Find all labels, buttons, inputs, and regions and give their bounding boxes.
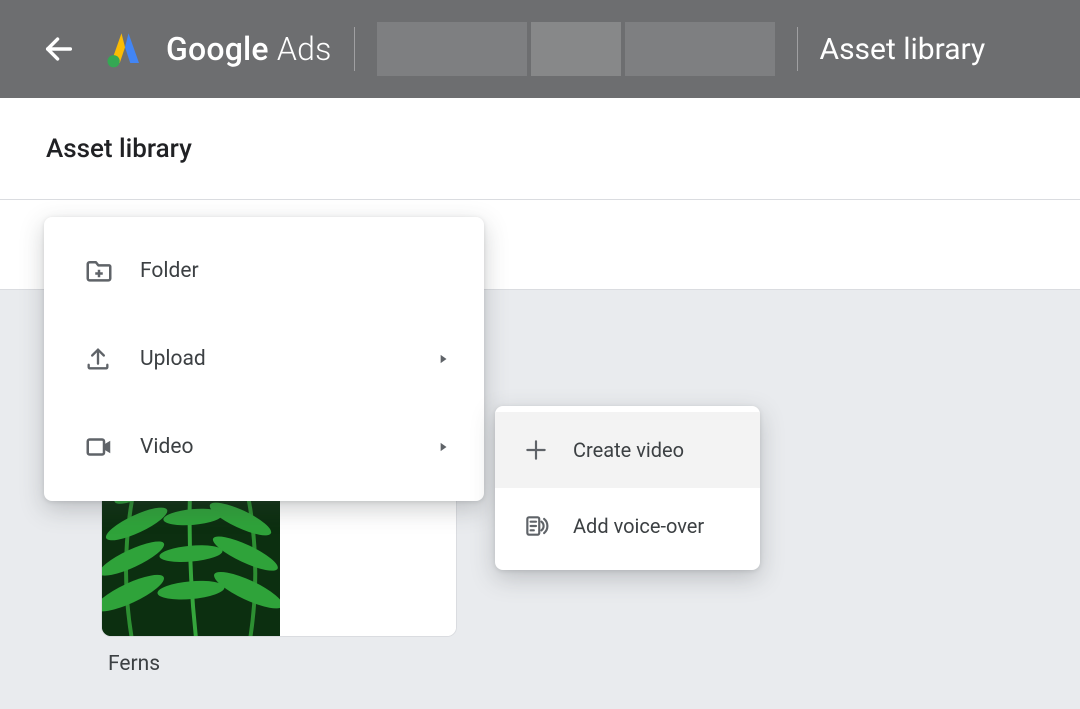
plus-icon	[523, 437, 549, 463]
divider	[354, 27, 355, 71]
brand-ads: Ads	[277, 30, 332, 68]
video-icon	[84, 432, 122, 462]
page-title: Asset library	[46, 134, 192, 164]
menu-label: Video	[140, 435, 436, 459]
menu-item-folder[interactable]: Folder	[44, 227, 484, 315]
google-ads-logo	[104, 28, 146, 70]
submenu-item-create-video[interactable]: Create video	[495, 412, 760, 488]
topbar-title: Asset library	[820, 32, 986, 67]
back-button[interactable]	[42, 32, 76, 66]
folder-add-icon	[84, 256, 122, 286]
chevron-right-icon	[436, 440, 450, 454]
menu-label: Upload	[140, 347, 436, 371]
arrow-left-icon	[42, 32, 76, 66]
divider	[797, 27, 798, 71]
chevron-right-icon	[436, 352, 450, 366]
topbar: Google Ads Asset library	[0, 0, 1080, 98]
menu-item-video[interactable]: Video	[44, 403, 484, 491]
page-header: Asset library	[0, 98, 1080, 200]
asset-title: Ferns	[108, 652, 160, 676]
ads-logo-icon	[104, 28, 146, 70]
brand-google: Google	[166, 30, 269, 68]
upload-icon	[84, 345, 122, 373]
menu-item-upload[interactable]: Upload	[44, 315, 484, 403]
voiceover-icon	[523, 513, 549, 539]
account-picker[interactable]	[377, 22, 775, 76]
brand-text: Google Ads	[166, 30, 332, 68]
submenu-item-add-voiceover[interactable]: Add voice-over	[495, 488, 760, 564]
submenu-label: Create video	[573, 438, 684, 462]
submenu-label: Add voice-over	[573, 514, 704, 538]
create-menu: Folder Upload Video	[44, 217, 484, 501]
menu-label: Folder	[140, 259, 450, 283]
video-submenu: Create video Add voice-over	[495, 406, 760, 570]
